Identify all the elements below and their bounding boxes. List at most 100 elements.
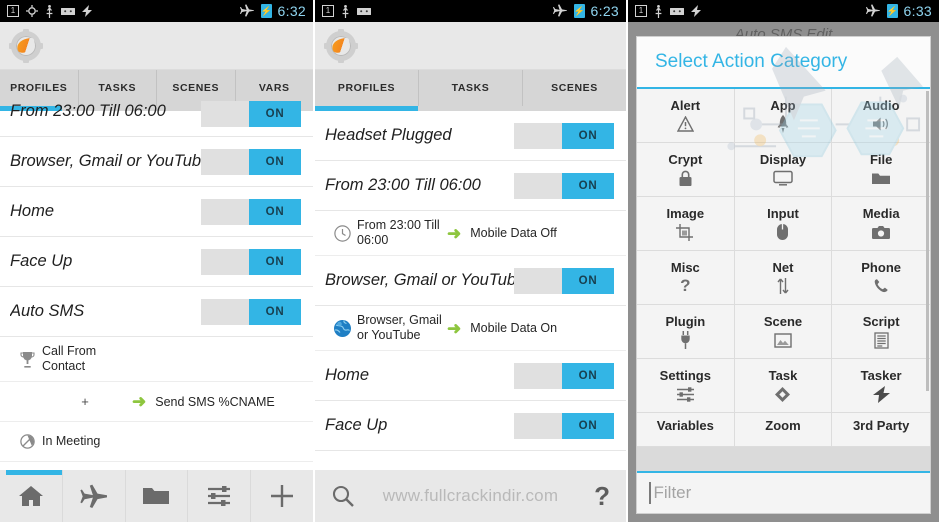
profile-context-row[interactable]: Call From Contact [0, 337, 313, 382]
updown-arrows-icon [776, 277, 790, 296]
tasker-gear-icon[interactable] [324, 28, 358, 63]
profile-row[interactable]: From 23:00 Till 06:00 ON [0, 101, 313, 137]
profile-row[interactable]: Face Up ON [315, 401, 626, 451]
category-cell-crypt[interactable]: Crypt [637, 143, 735, 197]
toggle-state-label: ON [249, 198, 301, 225]
category-cell-phone[interactable]: Phone [832, 251, 930, 305]
category-label: File [869, 151, 893, 167]
clock-icon [329, 224, 355, 242]
category-label: Script [862, 313, 900, 329]
profile-toggle[interactable]: ON [201, 298, 301, 325]
profile-action-label: Mobile Data Off [470, 226, 557, 240]
category-label: Crypt [668, 151, 703, 167]
site-watermark-text: www.fullcrackindir.com [382, 486, 559, 505]
profile-row[interactable]: Headset Plugged ON [315, 111, 626, 161]
profile-context-row[interactable]: In Meeting [0, 422, 313, 462]
arrow-right-icon: ➜ [447, 318, 462, 338]
category-label: Image [666, 205, 705, 221]
location-crosshair-icon [26, 5, 38, 17]
tab-profiles[interactable]: PROFILES [0, 70, 79, 106]
profile-row[interactable]: From 23:00 Till 06:00 ON [315, 161, 626, 211]
profile-action-row[interactable]: + ➜ Send SMS %CNAME [0, 382, 313, 422]
category-cell-scene[interactable]: Scene [734, 305, 833, 359]
profile-context-label: Call From Contact [42, 344, 97, 373]
tab-tasks[interactable]: TASKS [79, 70, 157, 106]
profile-toggle[interactable]: ON [514, 362, 614, 389]
tab-profiles[interactable]: PROFILES [315, 70, 419, 106]
category-cell-variables[interactable]: Variables [637, 413, 735, 447]
globe-icon [329, 319, 355, 338]
category-label: Phone [861, 259, 901, 275]
category-cell-plugin[interactable]: Plugin [637, 305, 735, 359]
category-cell-display[interactable]: Display [734, 143, 833, 197]
profile-row[interactable]: Browser, Gmail or YouTube ON [0, 137, 313, 187]
profile-row[interactable]: Face Up ON [0, 237, 313, 287]
mouse-icon [776, 223, 789, 242]
category-cell-3rd-party[interactable]: 3rd Party [832, 413, 930, 447]
category-cell-settings[interactable]: Settings [637, 359, 735, 413]
bottom-nav-folder[interactable] [126, 470, 189, 522]
battery-charging-icon [886, 4, 898, 18]
profile-toggle[interactable]: ON [514, 412, 614, 439]
tab-scenes[interactable]: SCENES [523, 70, 626, 106]
profile-row[interactable]: Home ON [0, 187, 313, 237]
tasker-gear-icon[interactable] [9, 28, 43, 63]
rocket-icon [777, 115, 789, 134]
category-cell-misc[interactable]: Misc ? [637, 251, 735, 305]
category-cell-zoom[interactable]: Zoom [734, 413, 833, 447]
profile-action-row[interactable]: From 23:00 Till 06:00 ➜ Mobile Data Off [315, 211, 626, 256]
status-bar-right-icons: 6:23 [552, 3, 619, 19]
airplane-icon [80, 484, 107, 508]
category-cell-image[interactable]: Image [637, 197, 735, 251]
profile-action-row[interactable]: Browser, Gmail or YouTube ➜ Mobile Data … [315, 306, 626, 351]
select-action-category-dialog: Select Action Category Alert App Audio C… [636, 36, 931, 514]
airplane-icon [865, 4, 881, 18]
toggle-state-label: ON [249, 248, 301, 275]
category-label: Settings [659, 367, 711, 383]
toggle-state-label: ON [562, 267, 614, 294]
profile-toggle[interactable]: ON [201, 148, 301, 175]
profile-row[interactable]: Home ON [315, 351, 626, 401]
search-icon[interactable] [331, 484, 355, 508]
dialog-scrollbar[interactable] [926, 91, 929, 391]
profile-toggle[interactable]: ON [201, 101, 301, 127]
profile-toggle[interactable]: ON [201, 198, 301, 225]
category-cell-script[interactable]: Script [832, 305, 930, 359]
profile-row[interactable]: Auto SMS ON [0, 287, 313, 337]
status-bar: 1 6:23 [315, 0, 626, 22]
category-label: Media [862, 205, 900, 221]
sim-badge-icon: 1 [322, 5, 334, 17]
lightning-icon [82, 5, 93, 17]
category-label: Audio [862, 97, 900, 113]
profile-toggle[interactable]: ON [201, 248, 301, 275]
category-cell-tasker[interactable]: Tasker [832, 359, 930, 413]
category-cell-input[interactable]: Input [734, 197, 833, 251]
profile-toggle[interactable]: ON [514, 122, 614, 149]
category-cell-net[interactable]: Net [734, 251, 833, 305]
lock-icon [678, 169, 693, 188]
plug-icon [678, 331, 693, 350]
category-grid: Alert App Audio Crypt Display File Image… [637, 89, 930, 471]
sliders-icon [676, 385, 695, 404]
profile-action-label: Mobile Data On [470, 321, 558, 335]
bottom-nav-home[interactable] [0, 470, 63, 522]
profile-toggle[interactable]: ON [514, 267, 614, 294]
category-label: Misc [670, 259, 700, 275]
category-cell-app[interactable]: App [734, 89, 833, 143]
category-cell-alert[interactable]: Alert [637, 89, 735, 143]
category-cell-task[interactable]: Task [734, 359, 833, 413]
usb-icon [654, 4, 663, 18]
bottom-nav-settings[interactable] [188, 470, 252, 522]
add-context-plus[interactable]: + [42, 394, 128, 410]
category-cell-audio[interactable]: Audio [832, 89, 930, 143]
filter-field[interactable]: Filter [637, 471, 930, 513]
status-bar-left-icons: 1 [7, 4, 93, 18]
category-cell-media[interactable]: Media [832, 197, 930, 251]
profile-row[interactable]: Browser, Gmail or YouTube ON [315, 256, 626, 306]
category-cell-file[interactable]: File [832, 143, 930, 197]
tab-tasks[interactable]: TASKS [419, 70, 523, 106]
bottom-nav-add[interactable] [251, 470, 313, 522]
bottom-nav-airplane[interactable] [63, 470, 126, 522]
help-question-icon[interactable]: ? [594, 483, 610, 509]
profile-toggle[interactable]: ON [514, 172, 614, 199]
